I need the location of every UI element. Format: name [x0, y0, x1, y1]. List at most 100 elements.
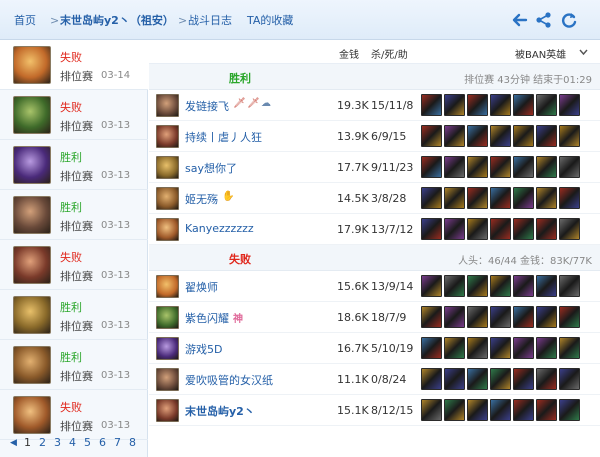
player-name-link[interactable]: 持续丨虐丿人狂: [185, 129, 262, 145]
player-name-link[interactable]: 紫色闪耀: [185, 310, 229, 326]
back-arrow-icon[interactable]: [511, 11, 529, 29]
page-number[interactable]: 1: [24, 436, 31, 449]
item-slot-icon[interactable]: [490, 368, 511, 390]
item-slot-icon[interactable]: [444, 275, 465, 297]
item-slot-icon[interactable]: [536, 337, 557, 359]
item-slot-icon[interactable]: [444, 187, 465, 209]
match-history-item[interactable]: 胜利 排位赛 03-13: [0, 290, 148, 340]
item-slot-icon[interactable]: [559, 187, 580, 209]
player-row[interactable]: 爱吹吸管的女汉纸 11.1K 0/8/24: [149, 364, 600, 395]
player-row[interactable]: 游戏5D 16.7K 5/10/19: [149, 333, 600, 364]
player-name-link[interactable]: say想你了: [185, 160, 237, 176]
player-name-link[interactable]: 游戏5D: [185, 341, 222, 357]
breadcrumb-favorites[interactable]: TA的收藏: [247, 13, 293, 29]
item-slot-icon[interactable]: [536, 399, 557, 421]
player-row[interactable]: say想你了 17.7K 9/11/23: [149, 152, 600, 183]
item-slot-icon[interactable]: [490, 306, 511, 328]
item-slot-icon[interactable]: [490, 337, 511, 359]
item-slot-icon[interactable]: [513, 399, 534, 421]
item-slot-icon[interactable]: [467, 156, 488, 178]
player-name-link[interactable]: 翟焕师: [185, 279, 218, 295]
match-history-item[interactable]: 胜利 排位赛 03-13: [0, 340, 148, 390]
player-row[interactable]: 紫色闪耀神 18.6K 18/7/9: [149, 302, 600, 333]
item-slot-icon[interactable]: [421, 187, 442, 209]
page-number[interactable]: 3: [54, 436, 61, 449]
item-slot-icon[interactable]: [467, 187, 488, 209]
item-slot-icon[interactable]: [559, 125, 580, 147]
item-slot-icon[interactable]: [536, 306, 557, 328]
page-number[interactable]: 2: [39, 436, 46, 449]
player-name-link[interactable]: Kanyezzzzzz: [185, 222, 254, 235]
item-slot-icon[interactable]: [490, 218, 511, 240]
item-slot-icon[interactable]: [421, 368, 442, 390]
item-slot-icon[interactable]: [421, 218, 442, 240]
item-slot-icon[interactable]: [490, 125, 511, 147]
banned-heroes-dropdown[interactable]: 被BAN英雄: [515, 46, 566, 61]
match-history-item[interactable]: 失败 排位赛 03-13: [0, 90, 148, 140]
item-slot-icon[interactable]: [513, 94, 534, 116]
item-slot-icon[interactable]: [536, 94, 557, 116]
match-history-item[interactable]: 胜利 排位赛 03-13: [0, 140, 148, 190]
player-row[interactable]: 持续丨虐丿人狂 13.9K 6/9/15: [149, 121, 600, 152]
item-slot-icon[interactable]: [421, 337, 442, 359]
item-slot-icon[interactable]: [490, 399, 511, 421]
breadcrumb-battle-log[interactable]: 战斗日志: [188, 13, 232, 29]
item-slot-icon[interactable]: [421, 125, 442, 147]
player-row[interactable]: 翟焕师 15.6K 13/9/14: [149, 271, 600, 302]
item-slot-icon[interactable]: [490, 187, 511, 209]
item-slot-icon[interactable]: [467, 94, 488, 116]
item-slot-icon[interactable]: [559, 275, 580, 297]
item-slot-icon[interactable]: [513, 368, 534, 390]
player-name-link[interactable]: 发链接飞: [185, 98, 229, 114]
refresh-icon[interactable]: [560, 11, 578, 29]
item-slot-icon[interactable]: [513, 218, 534, 240]
item-slot-icon[interactable]: [536, 218, 557, 240]
match-history-item[interactable]: 失败 排位赛 03-13: [0, 240, 148, 290]
item-slot-icon[interactable]: [536, 187, 557, 209]
player-name-link[interactable]: 姬无殇: [185, 191, 218, 207]
item-slot-icon[interactable]: [490, 275, 511, 297]
item-slot-icon[interactable]: [467, 399, 488, 421]
item-slot-icon[interactable]: [559, 94, 580, 116]
item-slot-icon[interactable]: [513, 125, 534, 147]
item-slot-icon[interactable]: [444, 337, 465, 359]
match-history-item[interactable]: 胜利 排位赛 03-13: [0, 190, 148, 240]
player-row[interactable]: 末世岛屿y2丶 15.1K 8/12/15: [149, 395, 600, 426]
item-slot-icon[interactable]: [444, 156, 465, 178]
item-slot-icon[interactable]: [444, 218, 465, 240]
item-slot-icon[interactable]: [536, 275, 557, 297]
item-slot-icon[interactable]: [490, 94, 511, 116]
item-slot-icon[interactable]: [490, 156, 511, 178]
item-slot-icon[interactable]: [421, 156, 442, 178]
chevron-down-icon[interactable]: [579, 49, 588, 56]
item-slot-icon[interactable]: [444, 94, 465, 116]
breadcrumb-home[interactable]: 首页: [14, 13, 36, 29]
item-slot-icon[interactable]: [513, 337, 534, 359]
item-slot-icon[interactable]: [559, 337, 580, 359]
player-row[interactable]: 姬无殇 ✋ 14.5K 3/8/28: [149, 183, 600, 214]
share-icon[interactable]: [535, 11, 553, 29]
item-slot-icon[interactable]: [513, 187, 534, 209]
item-slot-icon[interactable]: [421, 399, 442, 421]
item-slot-icon[interactable]: [467, 218, 488, 240]
match-history-item[interactable]: 失败 排位赛 03-14: [0, 40, 148, 90]
item-slot-icon[interactable]: [467, 125, 488, 147]
prev-page-icon[interactable]: ◀: [10, 438, 17, 448]
item-slot-icon[interactable]: [559, 368, 580, 390]
player-row[interactable]: Kanyezzzzzz 17.9K 13/7/12: [149, 214, 600, 245]
page-number[interactable]: 8: [129, 436, 136, 449]
item-slot-icon[interactable]: [513, 275, 534, 297]
player-name-link[interactable]: 末世岛屿y2丶: [185, 403, 255, 419]
item-slot-icon[interactable]: [444, 368, 465, 390]
item-slot-icon[interactable]: [444, 399, 465, 421]
page-number[interactable]: 4: [69, 436, 76, 449]
page-number[interactable]: 6: [99, 436, 106, 449]
item-slot-icon[interactable]: [513, 306, 534, 328]
item-slot-icon[interactable]: [559, 306, 580, 328]
item-slot-icon[interactable]: [559, 156, 580, 178]
item-slot-icon[interactable]: [467, 275, 488, 297]
item-slot-icon[interactable]: [421, 275, 442, 297]
page-number[interactable]: 7: [114, 436, 121, 449]
item-slot-icon[interactable]: [444, 306, 465, 328]
breadcrumb-player[interactable]: 末世岛屿y2丶（祖安）: [60, 13, 174, 29]
